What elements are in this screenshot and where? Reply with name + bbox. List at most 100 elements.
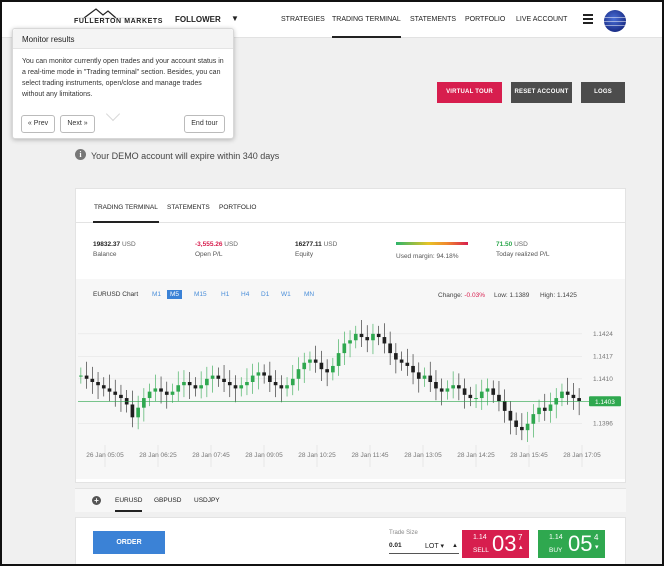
stat-balance: 19832.37 USD Balance — [93, 241, 136, 258]
y-tick-label: 1.1417 — [593, 353, 613, 360]
candle-down — [428, 375, 433, 382]
candle-down — [273, 382, 278, 386]
buy-button[interactable]: 1.14 BUY 05 4 ▾ — [538, 530, 605, 558]
candle-down — [388, 343, 392, 354]
nav-strategies[interactable]: STRATEGIES — [281, 16, 325, 23]
chevron-down-icon[interactable]: ▼ — [231, 14, 239, 23]
menu-icon[interactable] — [583, 14, 593, 24]
tour-body: You can monitor currently open trades an… — [22, 58, 224, 98]
timeframe-h4[interactable]: H4 — [238, 290, 252, 299]
trade-size-label: Trade Size — [389, 530, 418, 536]
candle-down — [376, 333, 381, 338]
candle-down — [497, 394, 501, 402]
logs-button[interactable]: LOGS — [581, 82, 625, 103]
candle-up — [250, 375, 255, 382]
timeframe-w1[interactable]: W1 — [278, 290, 294, 299]
tour-next-button[interactable]: Next » — [60, 115, 95, 133]
lot-stepper-icon[interactable]: ▲ — [452, 543, 458, 549]
change-label: Change: — [438, 292, 463, 299]
candle-down — [502, 401, 507, 411]
candle-up — [336, 353, 341, 366]
timeframe-d1[interactable]: D1 — [258, 290, 272, 299]
nav-portfolio[interactable]: PORTFOLIO — [465, 16, 505, 23]
equity-unit: USD — [323, 241, 338, 248]
order-button[interactable]: ORDER — [93, 531, 165, 554]
timeframe-h1[interactable]: H1 — [218, 290, 232, 299]
candle-down — [462, 388, 467, 395]
candle-down — [434, 382, 438, 389]
lot-dropdown[interactable]: LOT ▾ — [425, 542, 444, 550]
open-pl-label: Open P/L — [195, 251, 223, 258]
open-pl-value: -3,555.26 — [195, 241, 223, 248]
used-margin-bar — [396, 242, 468, 245]
candle-down — [325, 369, 329, 373]
candle-down — [113, 391, 118, 395]
timeframe-m1[interactable]: M1 — [149, 290, 164, 299]
tour-popover: Monitor results You can monitor currentl… — [12, 28, 234, 139]
tour-title: Monitor results — [13, 29, 233, 49]
high-readout: High: 1.1425 — [540, 292, 577, 299]
mode-dropdown[interactable]: FOLLOWER — [175, 15, 221, 24]
avatar[interactable] — [604, 10, 626, 32]
candle-down — [84, 375, 89, 379]
candle-up — [290, 378, 295, 386]
stat-used-margin: Used margin: 94.18% — [396, 250, 459, 260]
tab-portfolio[interactable]: PORTFOLIO — [219, 204, 256, 211]
symbol-tab-gbpusd[interactable]: GBPUSD — [154, 497, 181, 504]
candle-down — [416, 372, 421, 379]
candle-up — [560, 391, 564, 399]
candle-up — [79, 375, 83, 377]
y-tick-label: 1.1424 — [593, 331, 613, 338]
tab-trading-terminal[interactable]: TRADING TERMINAL — [93, 204, 159, 223]
nav-trading-terminal[interactable]: TRADING TERMINAL — [332, 16, 401, 38]
candle-down — [268, 375, 272, 382]
nav-live-account[interactable]: LIVE ACCOUNT — [516, 16, 567, 23]
buy-pips: 05 — [568, 531, 593, 556]
candle-down — [233, 385, 238, 389]
candle-down — [514, 420, 518, 427]
tab-statements[interactable]: STATEMENTS — [167, 204, 210, 211]
candle-down — [394, 353, 398, 360]
candle-down — [565, 391, 570, 395]
stat-realized: 71.50 USD Today realized P/L — [496, 241, 549, 258]
equity-label: Equity — [295, 251, 314, 258]
price-chart[interactable]: 1.1424 1.1417 1.1410 1.1403 1.1396 26 Jan 05:… — [76, 317, 625, 477]
trade-size-input[interactable]: 0.01 — [389, 542, 459, 554]
candle-up — [537, 407, 541, 415]
sell-pips: 03 — [492, 531, 517, 556]
tour-end-button[interactable]: End tour — [184, 115, 225, 133]
symbol-tab-usdjpy[interactable]: USDJPY — [194, 497, 220, 504]
candle-down — [542, 407, 547, 411]
candle-down — [468, 394, 473, 399]
candle-up — [422, 375, 427, 379]
x-tick-label: 28 Jan 15:45 — [510, 452, 548, 459]
used-margin-label: Used margin: 94.18% — [396, 253, 459, 260]
candle-up — [210, 375, 215, 379]
timeframe-m5[interactable]: M5 — [167, 290, 183, 299]
candle-down — [187, 382, 192, 386]
stat-equity: 16277.11 USD Equity — [295, 241, 337, 258]
virtual-tour-button[interactable]: VIRTUAL TOUR — [437, 82, 502, 103]
reset-account-button[interactable]: RESET ACCOUNT — [511, 82, 572, 103]
candle-down — [382, 337, 387, 344]
candle-up — [348, 340, 352, 344]
tour-prev-button[interactable]: « Prev — [21, 115, 55, 133]
add-symbol-icon[interactable]: + — [92, 496, 101, 505]
candle-up — [474, 398, 478, 400]
candle-down — [399, 359, 404, 363]
candle-up — [153, 388, 158, 392]
x-tick-label: 28 Jan 14:25 — [457, 452, 495, 459]
sell-button[interactable]: 1.14 SELL 03 7 ▴ — [462, 530, 529, 558]
timeframe-mn[interactable]: MN — [301, 290, 317, 299]
symbol-tab-eurusd[interactable]: EURUSD — [115, 497, 143, 512]
nav-statements[interactable]: STATEMENTS — [410, 16, 456, 23]
candle-up — [342, 343, 347, 354]
candle-up — [479, 391, 484, 399]
timeframe-m15[interactable]: M15 — [191, 290, 210, 299]
equity-value: 16277.11 — [295, 241, 322, 248]
buy-label: BUY — [549, 547, 563, 554]
candle-up — [205, 378, 209, 386]
candle-down — [457, 385, 461, 389]
candle-down — [101, 385, 106, 389]
candle-down — [411, 365, 415, 373]
